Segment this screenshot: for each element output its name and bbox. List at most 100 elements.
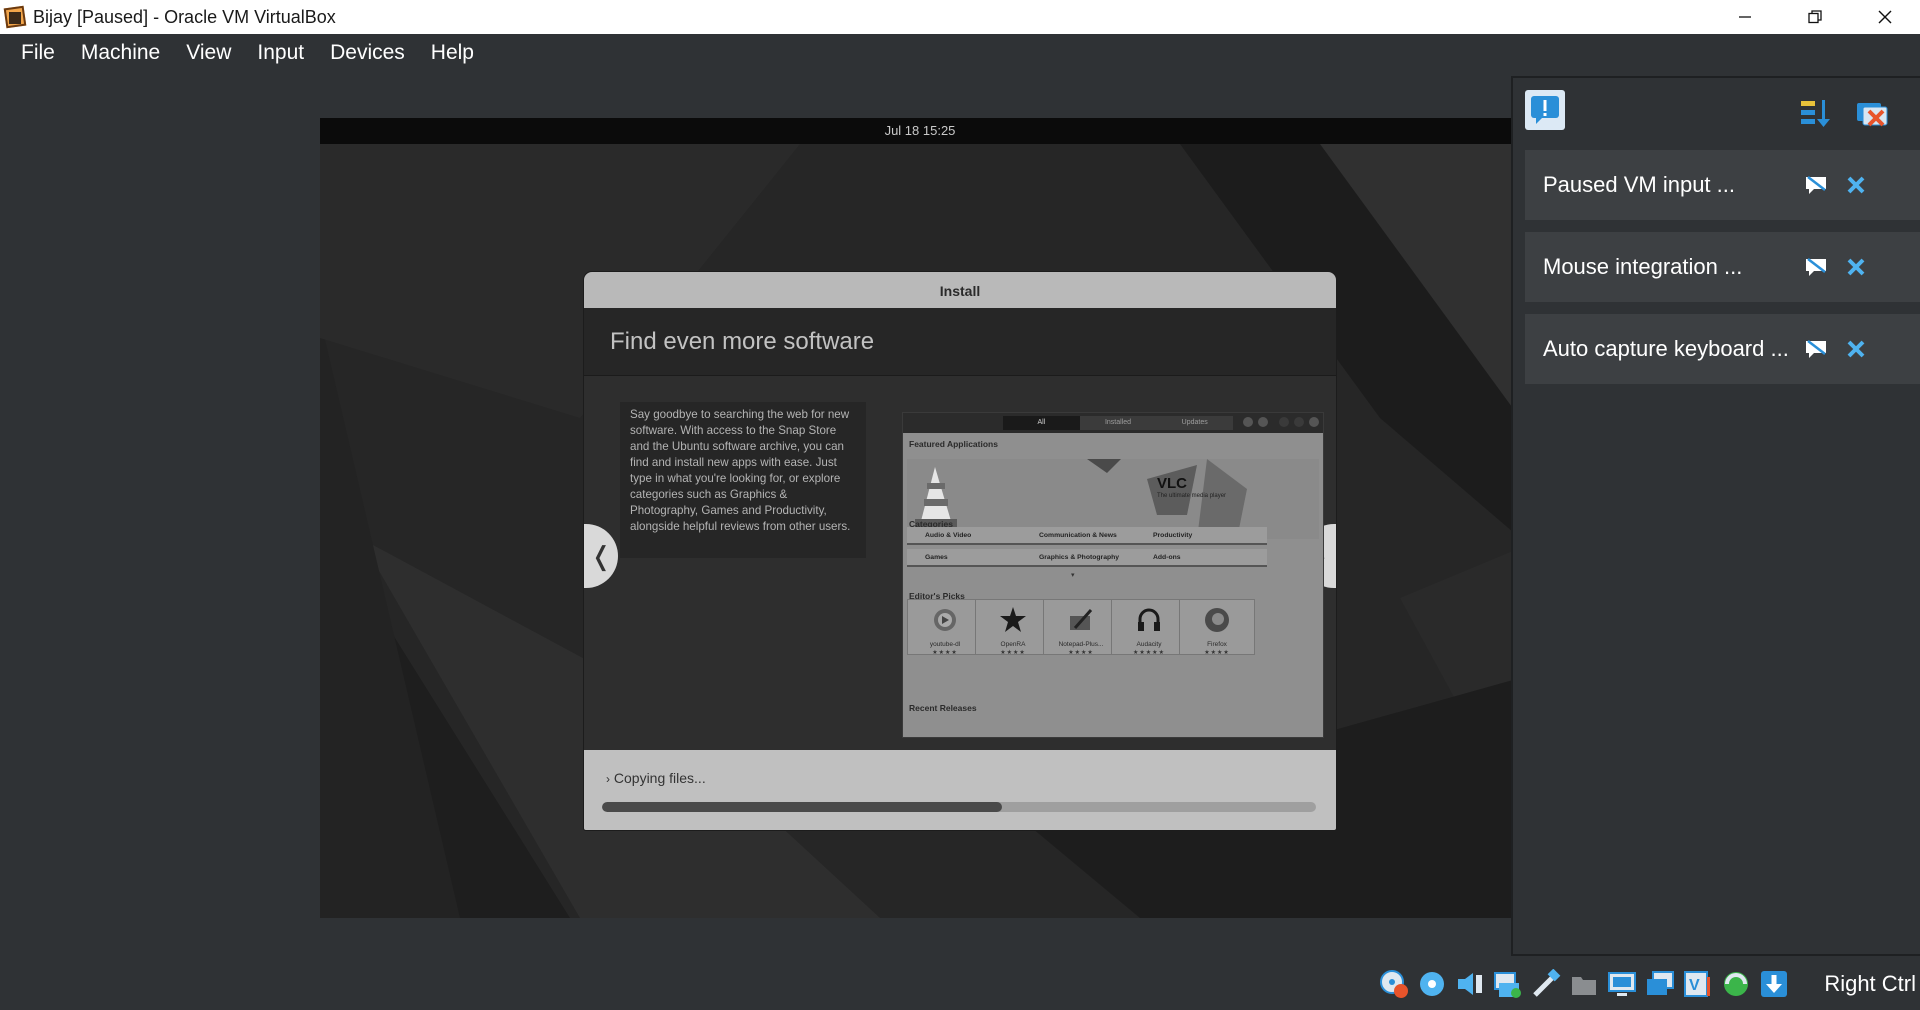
pick-rating: ★★★★ [1000, 650, 1026, 656]
svg-text:V: V [1689, 977, 1700, 994]
network-indicator[interactable] [1492, 968, 1524, 1000]
store-tab-all: All [1003, 416, 1080, 430]
virtualization-indicator[interactable]: V [1682, 968, 1714, 1000]
pick-name: youtube-dl [929, 641, 961, 648]
notification-center-toggle[interactable] [1525, 90, 1565, 130]
notification-do-not-show-button[interactable] [1801, 334, 1831, 364]
dismiss-all-icon [1857, 103, 1888, 127]
pick-rating: ★★★★ [1068, 650, 1094, 656]
pick-card: youtube-dl ★★★★ [907, 599, 983, 656]
notification-close-button[interactable] [1841, 334, 1871, 364]
installer-footer: › Copying files... [584, 750, 1336, 830]
cd-indicator[interactable] [1416, 968, 1448, 1000]
maximize-icon [1294, 417, 1304, 427]
audio-indicator[interactable] [1454, 968, 1486, 1000]
capture-icon [1647, 971, 1674, 995]
notification-item[interactable]: Paused VM input ... [1525, 150, 1920, 220]
category-communication-news: Communication & News [1021, 527, 1153, 545]
sort-icon [1801, 100, 1830, 127]
close-icon [1847, 258, 1865, 276]
search-icon [1243, 417, 1253, 427]
cpu-indicator[interactable] [1720, 968, 1752, 1000]
menu-machine[interactable]: Machine [68, 34, 173, 72]
progress-bar [602, 802, 1316, 812]
menu-view[interactable]: View [173, 34, 244, 72]
audacity-headphones-icon [1138, 608, 1160, 631]
pick-rating: ★★★★ [1204, 650, 1230, 656]
slideshow: Say goodbye to searching the web for new… [584, 376, 1336, 750]
notification-close-button[interactable] [1841, 170, 1871, 200]
sort-notifications-button[interactable] [1795, 94, 1835, 134]
network-icon [1494, 972, 1521, 998]
expand-arrow-icon: › [606, 772, 610, 786]
notepad-plus-icon [1070, 609, 1093, 630]
pick-card: Audacity ★★★★★ [1111, 599, 1187, 656]
usb-icon [1533, 969, 1561, 997]
dismiss-all-button[interactable] [1853, 94, 1893, 134]
notification-item[interactable]: Mouse integration ... [1525, 232, 1920, 302]
notification-do-not-show-button[interactable] [1801, 252, 1831, 282]
menu-input[interactable]: Input [244, 34, 317, 72]
menu-bar: File Machine View Input Devices Help [0, 34, 1920, 72]
keyboard-capture-icon [1761, 971, 1787, 997]
host-key-label: Right Ctrl [1824, 971, 1916, 996]
menu-file[interactable]: File [8, 34, 68, 72]
optical-drive-icon [1380, 970, 1408, 998]
minimize-icon [1279, 417, 1289, 427]
speech-bubble-off-icon [1806, 340, 1826, 358]
pick-card: Notepad-Plus... ★★★★ [1043, 599, 1119, 656]
featured-app-tagline: The ultimate media player [1157, 493, 1227, 499]
close-icon [1847, 340, 1865, 358]
status-bar: V Right Ctrl [0, 956, 1920, 1010]
previous-slide-button[interactable]: ❬ [584, 524, 618, 588]
restore-icon [1808, 10, 1822, 24]
close-icon [1878, 10, 1892, 24]
audio-icon [1458, 973, 1482, 995]
recent-releases-label: Recent Releases [909, 703, 977, 713]
pick-name: Notepad-Plus... [1058, 641, 1104, 648]
slide-description: Say goodbye to searching the web for new… [620, 402, 866, 558]
notification-text: Paused VM input ... [1543, 172, 1735, 197]
usb-indicator[interactable] [1530, 968, 1562, 1000]
alert-bubble-icon [1531, 96, 1559, 124]
menu-devices[interactable]: Devices [317, 34, 418, 72]
category-audio-video: Audio & Video [907, 527, 1039, 545]
menu-icon [1258, 417, 1268, 427]
keyboard-capture-indicator[interactable] [1758, 968, 1790, 1000]
menu-help[interactable]: Help [418, 34, 487, 72]
optical-drive-indicator[interactable] [1378, 968, 1410, 1000]
status-text: Copying files... [613, 770, 706, 786]
close-icon [1309, 417, 1319, 427]
expand-chevron-icon: ▾ [1071, 572, 1075, 579]
notification-item[interactable]: Auto capture keyboard ... [1525, 314, 1920, 384]
display-indicator[interactable] [1606, 968, 1638, 1000]
copy-status[interactable]: › Copying files... [606, 770, 706, 786]
openra-star-icon [1000, 607, 1026, 632]
shared-folders-indicator[interactable] [1568, 968, 1600, 1000]
software-store-screenshot: All Installed Updates Featured Applicati… [902, 412, 1324, 738]
display-icon [1608, 972, 1636, 996]
notification-text: Auto capture keyboard ... [1543, 336, 1789, 361]
category-games: Games [907, 549, 1039, 567]
installer-title: Install [584, 272, 1336, 308]
pick-name: Audacity [1136, 641, 1162, 648]
pick-name: Firefox [1207, 641, 1227, 648]
pick-card: OpenRA ★★★★ [975, 599, 1051, 656]
notification-close-button[interactable] [1841, 252, 1871, 282]
minimize-button[interactable] [1710, 0, 1780, 34]
restore-button[interactable] [1780, 0, 1850, 34]
window-title: Bijay [Paused] - Oracle VM VirtualBox [33, 6, 336, 27]
featured-app-name: VLC [1157, 475, 1187, 492]
notification-do-not-show-button[interactable] [1801, 170, 1831, 200]
title-bar: Bijay [Paused] - Oracle VM VirtualBox [0, 0, 1920, 34]
cpu-icon [1724, 972, 1748, 996]
notification-center-header [1513, 78, 1920, 146]
virtualization-icon: V [1684, 971, 1710, 997]
pick-rating: ★★★★ [932, 650, 958, 656]
close-icon [1847, 176, 1865, 194]
installer-heading: Find even more software [584, 308, 1336, 376]
vm-display[interactable]: Jul 18 15:25 Install Find even more soft… [320, 118, 1520, 918]
capture-indicator[interactable] [1644, 968, 1676, 1000]
close-button[interactable] [1850, 0, 1920, 34]
guest-top-bar: Jul 18 15:25 [320, 118, 1520, 144]
